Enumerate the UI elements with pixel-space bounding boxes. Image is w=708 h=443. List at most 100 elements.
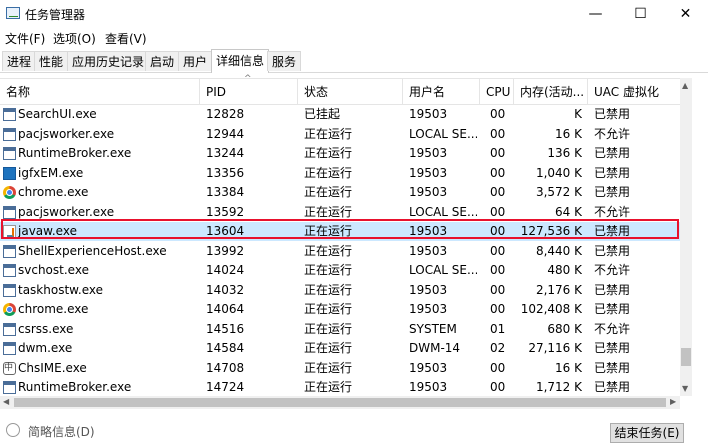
close-button[interactable]: ✕ [663, 0, 708, 27]
process-uac: 已禁用 [594, 341, 631, 355]
process-cpu: 00 [490, 243, 506, 258]
table-row[interactable]: igfxEM.exe 13356 正在运行 19503 00 1,040 K 已禁用 [0, 164, 680, 183]
menu-view[interactable]: 查看(V) [105, 30, 147, 47]
scroll-right-icon[interactable]: ▶ [670, 397, 676, 406]
process-username: 19503 [409, 243, 448, 258]
process-name: ChsIME.exe [18, 360, 87, 375]
process-cpu: 00 [490, 360, 506, 375]
vertical-scrollbar[interactable]: ▲ ▼ [680, 78, 692, 396]
chrome-icon [3, 303, 16, 316]
process-pid: 13384 [206, 185, 245, 199]
table-row[interactable]: csrss.exe 14516 正在运行 SYSTEM 01 680 K 不允许 [0, 320, 680, 339]
process-cpu: 00 [490, 302, 506, 316]
process-memory: 2,176 K [535, 282, 582, 297]
table-row[interactable]: chrome.exe 14064 正在运行 19503 00 102,408 K 已禁用 [0, 300, 680, 319]
process-username: 19503 [409, 146, 448, 160]
fewer-details-link[interactable]: 简略信息(D) [28, 423, 95, 440]
footer-bar: 简略信息(D) 结束任务(E) [0, 419, 708, 443]
menu-options[interactable]: 选项(O) [53, 30, 96, 47]
process-uac: 不允许 [594, 263, 631, 277]
scroll-down-icon[interactable]: ▼ [682, 384, 688, 393]
end-task-button[interactable]: 结束任务(E) [610, 423, 684, 443]
window-icon [3, 147, 16, 160]
scroll-up-icon[interactable]: ▲ [682, 81, 688, 90]
table-row[interactable]: RuntimeBroker.exe 13244 正在运行 19503 00 136 K 已禁… [0, 144, 680, 163]
process-name: svchost.exe [18, 263, 89, 277]
process-uac: 已禁用 [594, 282, 631, 297]
menu-bar: 文件(F) 选项(O) 查看(V) [0, 27, 708, 47]
horizontal-scroll-thumb[interactable] [14, 398, 666, 407]
process-pid: 14708 [206, 360, 245, 375]
process-cpu: 00 [490, 126, 506, 141]
window-icon [3, 205, 16, 219]
table-row[interactable]: RuntimeBroker.exe 14724 正在运行 19503 00 1,712 K… [0, 378, 680, 397]
menu-file[interactable]: 文件(F) [5, 30, 45, 47]
tab-performance[interactable]: 性能 [34, 51, 69, 71]
window-icon [3, 108, 16, 121]
table-row[interactable]: ShellExperienceHost.exe 13992 正在运行 19503 00 8… [0, 242, 680, 261]
chrome-icon [3, 186, 16, 199]
tab-services[interactable]: 服务 [267, 51, 302, 71]
process-memory: K [574, 107, 582, 121]
column-header-cpu[interactable]: CPU [480, 79, 514, 104]
window-title: 任务管理器 [25, 8, 86, 22]
process-memory: 136 K [547, 146, 582, 160]
process-uac: 已禁用 [594, 165, 631, 180]
process-status: 正在运行 [304, 263, 353, 277]
column-header-name[interactable]: 名称 [0, 79, 200, 104]
tab-startup[interactable]: 启动 [145, 51, 180, 71]
column-header-status[interactable]: 状态 [298, 79, 403, 104]
process-name: ShellExperienceHost.exe [18, 243, 167, 258]
table-row[interactable]: svchost.exe 14024 正在运行 LOCAL SE... 00 480 K 不允… [0, 261, 680, 280]
process-status: 正在运行 [304, 126, 353, 141]
process-cpu: 00 [490, 107, 506, 121]
process-uac: 已禁用 [594, 185, 631, 199]
column-header-username[interactable]: 用户名 [403, 79, 480, 104]
maximize-button[interactable]: ☐ [618, 0, 663, 27]
column-header-memory[interactable]: 内存(活动... [514, 79, 588, 104]
tab-processes[interactable]: 进程 [2, 51, 37, 71]
process-cpu: 00 [490, 380, 506, 394]
process-username: LOCAL SE... [409, 126, 477, 141]
process-status: 已挂起 [304, 107, 341, 121]
task-manager-icon [6, 7, 20, 19]
window-icon [3, 322, 16, 336]
process-name: chrome.exe [18, 185, 89, 199]
tab-details[interactable]: 详细信息 [211, 49, 270, 73]
scroll-left-icon[interactable]: ◀ [3, 397, 9, 406]
process-status: 正在运行 [304, 341, 353, 355]
process-username: 19503 [409, 185, 448, 199]
process-pid: 14032 [206, 282, 245, 297]
minimize-button[interactable]: — [573, 0, 618, 27]
table-row[interactable]: pacjsworker.exe 12944 正在运行 LOCAL SE... 00 16 … [0, 125, 680, 144]
table-row[interactable]: dwm.exe 14584 正在运行 DWM-14 02 27,116 K 已禁用 [0, 339, 680, 358]
tab-bar: 进程 性能 应用历史记录 启动 用户 详细信息 服务 [0, 49, 708, 73]
tab-users[interactable]: 用户 [178, 51, 213, 71]
process-uac: 已禁用 [594, 380, 631, 394]
process-pid: 14584 [206, 341, 245, 355]
process-status: 正在运行 [304, 165, 353, 180]
fewer-details-icon[interactable] [6, 423, 20, 437]
process-status: 正在运行 [304, 302, 353, 316]
table-row[interactable]: SearchUI.exe 12828 已挂起 19503 00 K 已禁用 [0, 105, 680, 124]
column-header-uac[interactable]: UAC 虚拟化 [588, 79, 680, 104]
table-row[interactable]: ChsIME.exe 14708 正在运行 19503 00 16 K 已禁用 [0, 359, 680, 378]
process-username: SYSTEM [409, 321, 457, 336]
vertical-scroll-thumb[interactable] [681, 348, 691, 366]
process-name: chrome.exe [18, 302, 89, 316]
window-icon [3, 127, 16, 141]
process-cpu: 00 [490, 165, 506, 180]
tab-app-history[interactable]: 应用历史记录 [67, 51, 150, 71]
table-row[interactable]: chrome.exe 13384 正在运行 19503 00 3,572 K 已禁用 [0, 183, 680, 202]
process-uac: 不允许 [594, 126, 631, 141]
process-status: 正在运行 [304, 185, 353, 199]
title-bar: 任务管理器 — ☐ ✕ [0, 0, 708, 27]
process-status: 正在运行 [304, 380, 353, 394]
column-header-pid[interactable]: PID [200, 79, 298, 104]
table-row[interactable]: taskhostw.exe 14032 正在运行 19503 00 2,176 K 已禁用 [0, 281, 680, 300]
horizontal-scrollbar[interactable]: ◀ ▶ [0, 396, 680, 409]
process-pid: 12828 [206, 107, 245, 121]
process-cpu: 00 [490, 263, 506, 277]
process-cpu: 01 [490, 321, 506, 336]
process-memory: 27,116 K [528, 341, 582, 355]
